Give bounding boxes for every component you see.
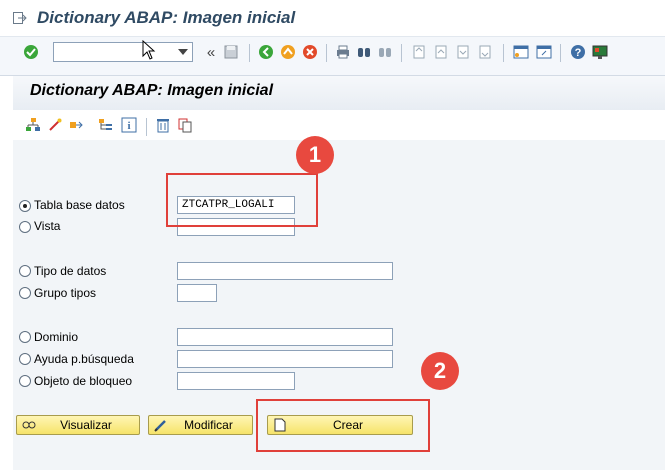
copy-icon[interactable]	[176, 116, 194, 134]
radio-vista[interactable]	[19, 221, 31, 233]
customize-icon[interactable]	[591, 43, 609, 61]
edit-icon[interactable]	[46, 116, 64, 134]
radio-ayuda-busqueda[interactable]	[19, 353, 31, 365]
label-vista: Vista	[34, 219, 61, 233]
hierarchy-icon[interactable]	[24, 116, 42, 134]
svg-text:?: ?	[575, 47, 582, 59]
help-icon[interactable]: ?	[569, 43, 587, 61]
prev-page-icon[interactable]	[432, 43, 450, 61]
screen-title: Dictionary ABAP: Imagen inicial	[30, 82, 274, 99]
last-page-icon[interactable]	[476, 43, 494, 61]
first-page-icon[interactable]	[410, 43, 428, 61]
save-icon[interactable]	[222, 43, 240, 61]
objeto-de-bloqueo-field[interactable]	[177, 372, 295, 390]
grupo-tipos-field[interactable]	[177, 284, 217, 302]
radio-tabla-base-datos[interactable]	[19, 200, 31, 212]
label-objeto-de-bloqueo: Objeto de bloqueo	[34, 374, 133, 388]
label-dominio: Dominio	[34, 330, 79, 344]
collapse-icon[interactable]: «	[202, 43, 220, 61]
svg-text:i: i	[127, 120, 130, 132]
back-icon[interactable]	[257, 43, 275, 61]
enter-icon[interactable]	[22, 43, 40, 61]
radio-objeto-de-bloqueo[interactable]	[19, 375, 31, 387]
info-icon[interactable]: i	[120, 116, 138, 134]
window-title: Dictionary ABAP: Imagen inicial	[37, 8, 296, 27]
next-page-icon[interactable]	[454, 43, 472, 61]
print-icon[interactable]	[334, 43, 352, 61]
exit-icon[interactable]	[13, 12, 27, 24]
command-field[interactable]	[53, 42, 193, 62]
radio-grupo-tipos[interactable]	[19, 287, 31, 299]
change-button[interactable]: Modificar	[148, 415, 253, 435]
find-next-icon[interactable]	[376, 43, 394, 61]
dominio-field[interactable]	[177, 328, 393, 346]
highlight-box-2	[256, 399, 430, 452]
delete-icon[interactable]	[154, 116, 172, 134]
label-tabla-base-datos: Tabla base datos	[34, 198, 125, 212]
display-button[interactable]: Visualizar	[16, 415, 140, 435]
chevron-down-icon[interactable]	[178, 49, 188, 55]
radio-tipo-de-datos[interactable]	[19, 265, 31, 277]
label-ayuda-busqueda: Ayuda p.búsqueda	[34, 352, 134, 366]
tipo-de-datos-field[interactable]	[177, 262, 393, 280]
mouse-cursor-icon	[142, 39, 156, 63]
where-used-icon[interactable]	[68, 116, 86, 134]
step-badge-1: 1	[296, 136, 334, 174]
ayuda-busqueda-field[interactable]	[177, 350, 393, 368]
find-icon[interactable]	[355, 43, 373, 61]
highlight-box-1	[166, 173, 318, 227]
object-list-icon[interactable]	[97, 116, 115, 134]
exit-program-icon[interactable]	[279, 43, 297, 61]
new-session-icon[interactable]	[512, 43, 530, 61]
cancel-icon[interactable]	[301, 43, 319, 61]
radio-dominio[interactable]	[19, 331, 31, 343]
label-grupo-tipos: Grupo tipos	[34, 286, 97, 300]
shortcut-icon[interactable]	[535, 43, 553, 61]
step-badge-2: 2	[421, 352, 459, 390]
change-button-label: Modificar	[184, 418, 233, 432]
label-tipo-de-datos: Tipo de datos	[34, 264, 107, 278]
display-button-label: Visualizar	[60, 418, 112, 432]
